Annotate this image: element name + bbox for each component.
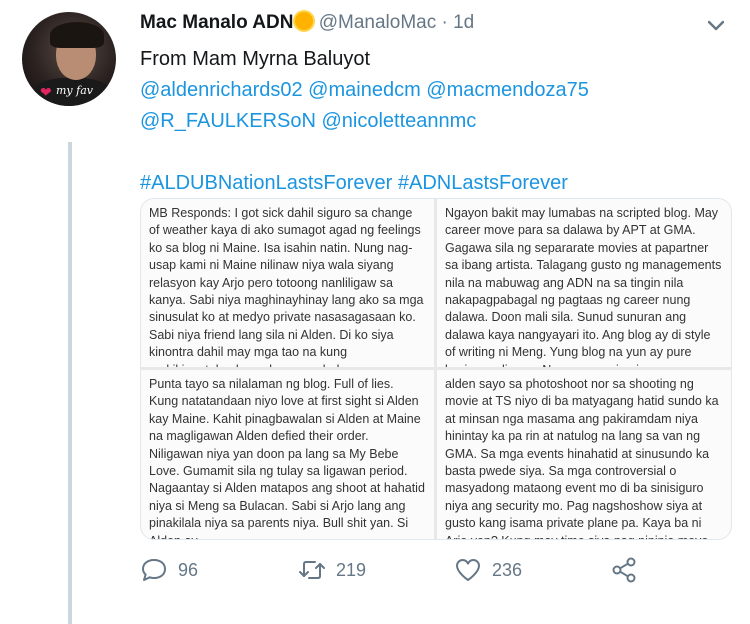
reply-button[interactable]: 96 — [140, 556, 198, 584]
chevron-down-icon[interactable] — [706, 16, 726, 36]
media-image-2[interactable]: Ngayon bakit may lumabas na scripted blo… — [437, 199, 731, 367]
reply-count: 96 — [178, 559, 199, 580]
share-icon — [612, 557, 636, 583]
media-grid: MB Responds: I got sick dahil siguro sa … — [140, 198, 732, 540]
avatar-hair — [50, 22, 104, 48]
retweet-button[interactable]: 219 — [298, 556, 366, 584]
author-name[interactable]: Mac Manalo ADN — [140, 12, 293, 33]
tweet-line-text: From Mam Myrna Baluyot — [140, 48, 371, 70]
avatar-caption: my fav — [56, 84, 93, 97]
separator-dot: · — [441, 12, 448, 33]
avatar[interactable]: ❤ my fav — [22, 12, 116, 106]
reply-icon — [142, 559, 166, 581]
thread-line — [68, 142, 72, 624]
action-bar: 96 219 236 — [140, 556, 700, 588]
heart-icon: ❤ — [40, 84, 52, 100]
hashtags-line[interactable]: #ALDUBNationLastsForever #ADNLastsForeve… — [140, 168, 720, 199]
media-image-4[interactable]: alden sayo sa photoshoot nor sa shooting… — [437, 370, 731, 539]
mentions-line-1[interactable]: @aldenrichards02 @mainedcm @macmendoza75 — [140, 75, 720, 106]
media-image-1[interactable]: MB Responds: I got sick dahil siguro sa … — [141, 199, 434, 367]
tweet-text: From Mam Myrna Baluyot @aldenrichards02 … — [140, 44, 720, 199]
sun-emoji-icon — [295, 12, 314, 30]
like-button[interactable]: 236 — [454, 556, 522, 584]
like-icon — [456, 559, 480, 581]
share-button[interactable] — [610, 556, 638, 584]
tweet-timestamp[interactable]: 1d — [453, 12, 474, 33]
like-count: 236 — [492, 559, 523, 580]
media-image-3[interactable]: Punta tayo sa nilalaman ng blog. Full of… — [141, 370, 434, 539]
author-handle[interactable]: @ManaloMac — [319, 12, 437, 33]
retweet-count: 219 — [336, 559, 367, 580]
retweet-icon — [299, 561, 325, 579]
tweet-header: Mac Manalo ADN @ManaloMac · 1d — [140, 12, 474, 34]
mentions-line-2[interactable]: @R_FAULKERSoN @nicoletteannmc — [140, 106, 720, 137]
